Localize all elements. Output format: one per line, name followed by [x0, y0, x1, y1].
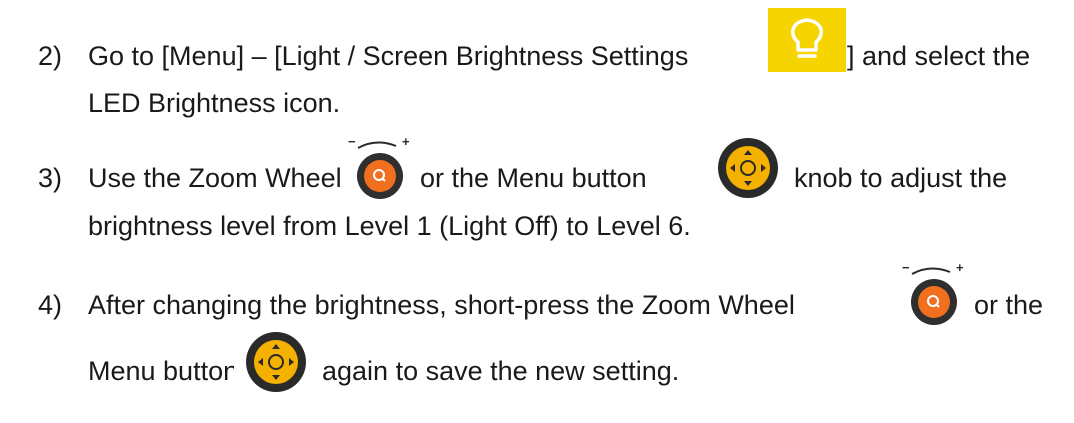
step-number: 2): [38, 41, 63, 71]
step-text: knob to adjust the: [794, 163, 1008, 193]
menu-button-icon: [234, 330, 318, 394]
wheel-minus-label: −: [348, 136, 356, 149]
step-text: or the Menu button: [420, 163, 647, 193]
step-text: LED Brightness icon.: [88, 88, 341, 118]
zoom-wheel-icon: − +: [346, 134, 412, 200]
step-text: or the: [974, 290, 1044, 320]
lightbulb-icon: [768, 8, 846, 72]
wheel-plus-label: +: [956, 262, 964, 275]
wheel-minus-label: −: [902, 262, 910, 275]
zoom-wheel-icon: − +: [900, 260, 966, 326]
step-text: After changing the brightness, short-pre…: [88, 290, 795, 320]
step-text: again to save the new setting.: [322, 356, 680, 386]
step-text: Menu button: [88, 356, 239, 386]
wheel-plus-label: +: [402, 136, 410, 149]
step-number: 4): [38, 290, 63, 320]
step-text: ] and select the: [847, 41, 1031, 71]
menu-button-icon: [706, 136, 790, 200]
step-text: Go to [Menu] – [Light / Screen Brightnes…: [88, 41, 689, 71]
step-text: brightness level from Level 1 (Light Off…: [88, 211, 691, 241]
step-text: Use the Zoom Wheel: [88, 163, 342, 193]
step-number: 3): [38, 163, 63, 193]
